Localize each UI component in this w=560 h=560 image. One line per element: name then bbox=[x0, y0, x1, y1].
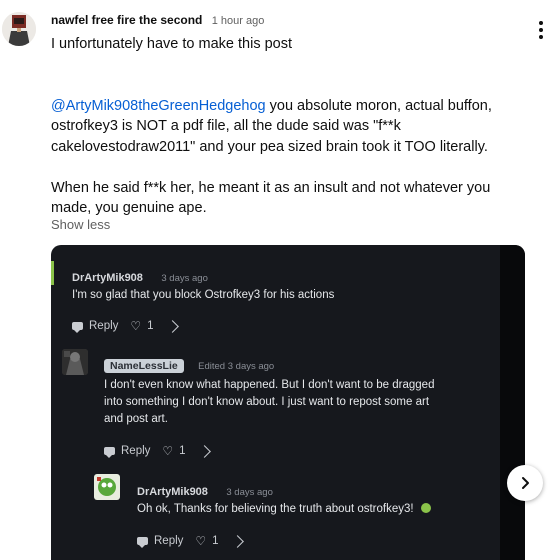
screenshot-comment-text: I don't even know what happened. But I d… bbox=[104, 377, 434, 428]
reply-icon bbox=[72, 322, 83, 333]
comment-text: cakelovestodraw2011" and your pea sized … bbox=[51, 138, 488, 155]
user-mention-link[interactable]: @ArtyMik908theGreenHedgehog bbox=[51, 98, 266, 114]
comment-text: you absolute moron, actual buffon, bbox=[265, 97, 492, 114]
screenshot-author: DrArtyMik908 bbox=[72, 272, 143, 284]
screenshot-actions: Reply ♡ 1 bbox=[137, 534, 244, 548]
comment-author[interactable]: nawfel free fire the second bbox=[51, 13, 202, 27]
screenshot-comment-header: DrArtyMik908 3 days ago bbox=[72, 268, 208, 286]
screenshot-edge bbox=[500, 245, 525, 560]
heart-icon: ♡ bbox=[162, 444, 174, 458]
screenshot-comment-line: into something I don't know about. I jus… bbox=[104, 396, 430, 408]
commenter-avatar[interactable] bbox=[2, 12, 36, 46]
reply-icon bbox=[104, 447, 115, 458]
screenshot-actions: Reply ♡ 1 bbox=[104, 444, 211, 458]
comment-paragraph-1: I unfortunately have to make this post bbox=[51, 36, 292, 52]
screenshot-like-count: 1 bbox=[179, 445, 186, 457]
chevron-right-icon bbox=[522, 477, 529, 489]
heart-icon: ♡ bbox=[130, 319, 142, 333]
screenshot-comment-text: I'm so glad that you block Ostrofkey3 fo… bbox=[72, 289, 335, 301]
screenshot-time: 3 days ago bbox=[161, 273, 208, 284]
comment-body: I unfortunately have to make this post @… bbox=[51, 34, 521, 219]
next-image-button[interactable] bbox=[507, 465, 543, 501]
screenshot-avatar-edge bbox=[51, 261, 54, 285]
screenshot-reply-label: Reply bbox=[154, 535, 184, 547]
attached-screenshot[interactable]: DrArtyMik908 3 days ago I'm so glad that… bbox=[51, 245, 525, 560]
screenshot-avatar bbox=[94, 474, 120, 500]
comment-text: ostrofkey3 is NOT a pdf file, all the du… bbox=[51, 118, 401, 134]
screenshot-comment-line: Oh ok, Thanks for believing the truth ab… bbox=[137, 503, 414, 515]
comment-text: made, you genuine ape. bbox=[51, 200, 207, 216]
screenshot-time: 3 days ago bbox=[226, 487, 273, 498]
screenshot-reply-label: Reply bbox=[121, 445, 151, 457]
screenshot-comment-header: DrArtyMik908 3 days ago bbox=[137, 482, 273, 500]
heart-icon: ♡ bbox=[195, 534, 207, 548]
share-icon bbox=[230, 534, 244, 548]
screenshot-comment-header: NameLessLie Edited 3 days ago bbox=[104, 356, 274, 374]
screenshot-author-badge: NameLessLie bbox=[104, 359, 184, 373]
comment-time[interactable]: 1 hour ago bbox=[212, 15, 265, 27]
screenshot-author: DrArtyMik908 bbox=[137, 486, 208, 498]
screenshot-actions: Reply ♡ 1 bbox=[72, 319, 179, 333]
comment-header: nawfel free fire the second 1 hour ago bbox=[51, 13, 264, 27]
hedgehog-emoji-icon bbox=[420, 503, 431, 513]
screenshot-reply-label: Reply bbox=[89, 320, 119, 332]
show-less-button[interactable]: Show less bbox=[51, 217, 110, 232]
screenshot-time: Edited 3 days ago bbox=[198, 361, 275, 372]
screenshot-like-count: 1 bbox=[147, 320, 154, 332]
share-icon bbox=[165, 319, 179, 333]
share-icon bbox=[197, 444, 211, 458]
more-vert-icon[interactable] bbox=[532, 18, 550, 42]
screenshot-avatar bbox=[62, 349, 88, 375]
reply-icon bbox=[137, 537, 148, 548]
comment-paragraph-3: When he said f**k her, he meant it as an… bbox=[51, 179, 491, 196]
screenshot-comment-text: Oh ok, Thanks for believing the truth ab… bbox=[137, 501, 431, 518]
screenshot-comment-line: I don't even know what happened. But I d… bbox=[104, 379, 435, 391]
comment-paragraph-2: @ArtyMik908theGreenHedgehog you absolute… bbox=[51, 96, 521, 117]
screenshot-comment-line: and post art. bbox=[104, 413, 168, 425]
screenshot-like-count: 1 bbox=[212, 535, 219, 547]
